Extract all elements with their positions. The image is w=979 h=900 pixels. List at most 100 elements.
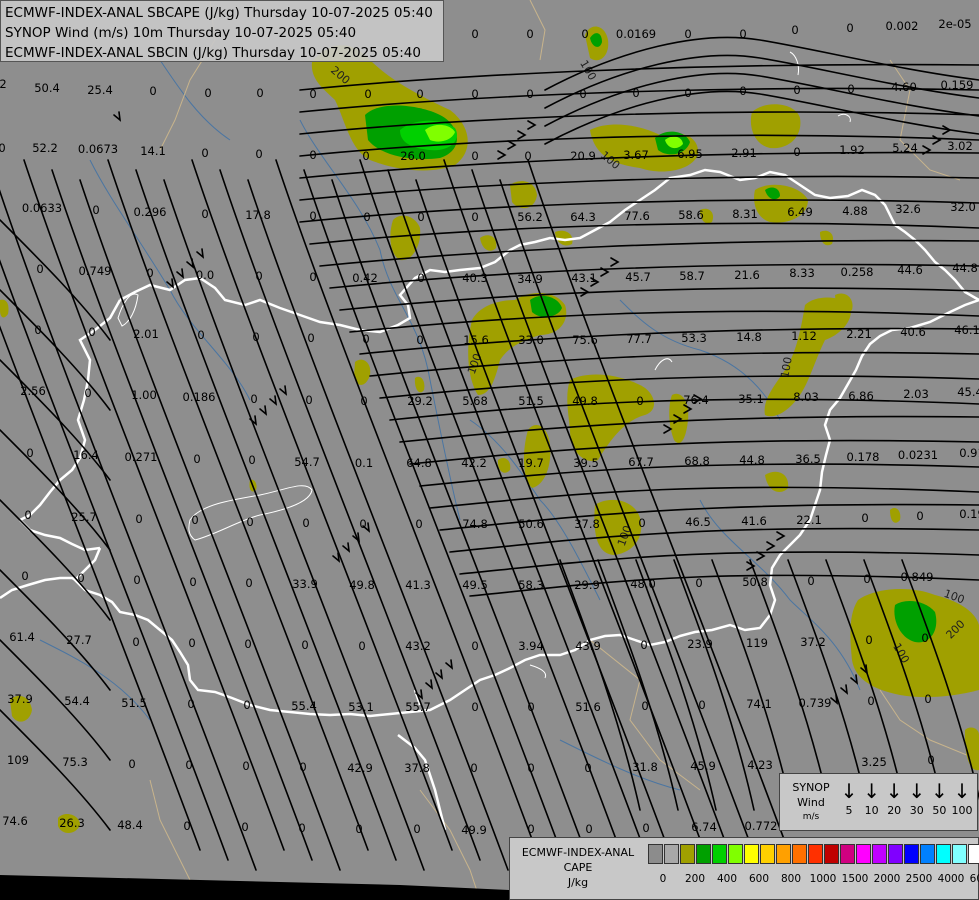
cin-value-label: 37.2	[800, 635, 826, 649]
cin-value-label: 6.74	[691, 820, 717, 834]
cin-value-label: 54.4	[64, 694, 90, 708]
cin-value-label: 45.7	[625, 270, 651, 284]
cin-value-label: 45.9	[690, 759, 716, 773]
cin-value-label: 77.7	[626, 332, 652, 346]
cape-scale-tick: 1000	[809, 873, 837, 885]
cin-value-label: 1.00	[131, 388, 157, 402]
cin-value-label: 0	[183, 819, 190, 833]
title-line-wind: SYNOP Wind (m/s) 10m Thursday 10-07-2025…	[5, 25, 357, 41]
cape-scale-tick: 6000	[969, 873, 979, 885]
cin-value-label: 0	[921, 631, 928, 645]
cin-value-label: 0	[133, 573, 140, 587]
wind-speed-label: 30	[909, 804, 924, 817]
cin-value-label: 32.6	[895, 202, 921, 216]
cin-value-label: 0	[256, 86, 263, 100]
cin-value-label: 43.1	[571, 271, 597, 285]
cin-value-label: 58.6	[678, 208, 704, 222]
cin-value-label: 0.19	[959, 507, 979, 521]
cin-value-label: 4.23	[747, 758, 773, 772]
cin-value-label: 8.33	[789, 266, 815, 280]
cin-value-label: 0	[307, 331, 314, 345]
cin-value-label: 53.1	[348, 700, 374, 714]
cape-color-swatch	[792, 844, 807, 864]
cin-value-label: 0	[793, 83, 800, 97]
cin-value-label: 0	[581, 27, 588, 41]
cin-value-label: 0	[524, 149, 531, 163]
cin-value-label: 0	[146, 266, 153, 280]
cin-value-label: 31.8	[632, 760, 658, 774]
cin-value-label: 8.03	[793, 390, 819, 404]
cape-legend-label: ECMWF-INDEX-ANAL CAPE J/kg	[512, 845, 644, 890]
cin-value-label: 0	[255, 269, 262, 283]
cin-value-label: 2.56	[20, 384, 46, 398]
cin-value-label: 0	[355, 822, 362, 836]
cin-value-label: 0	[241, 820, 248, 834]
wind-legend-title: SYNOP	[792, 781, 830, 794]
cin-value-label: 0	[132, 635, 139, 649]
cin-value-label: 0	[632, 86, 639, 100]
cape-wind-map[interactable]: 200 100100100 100100100100200 0 0 0 0.0169 0 0 0…	[0, 0, 979, 900]
cin-value-label: 0	[927, 753, 934, 767]
wind-legend-unit: m/s	[802, 812, 820, 822]
cin-value-label: 39.5	[573, 456, 599, 470]
cin-value-label: 0	[867, 694, 874, 708]
cin-value-label: 22.1	[796, 513, 822, 527]
cin-value-label: 0	[34, 323, 41, 337]
cin-value-label: 50.8	[742, 575, 768, 589]
cin-value-label: 0	[417, 271, 424, 285]
cin-value-label: 35.1	[738, 392, 764, 406]
cin-value-label: 0	[359, 517, 366, 531]
cin-value-label: 54.7	[294, 455, 320, 469]
cin-value-label: 37.8	[404, 761, 430, 775]
cin-value-label: 49.5	[462, 578, 488, 592]
cin-value-label: 53.3	[681, 331, 707, 345]
cin-value-label: 2.01	[133, 327, 159, 341]
cin-value-label: 0	[248, 453, 255, 467]
cape-scale-tick: 4000	[937, 873, 965, 885]
cin-value-label: 0	[245, 576, 252, 590]
cin-value-label: 5.24	[892, 141, 918, 155]
cin-value-label: 58.7	[679, 269, 705, 283]
cin-value-label: 56.2	[517, 210, 543, 224]
cin-value-label: 0.0231	[898, 448, 938, 462]
wind-legend-item: ↓ 5	[838, 778, 860, 828]
cin-value-label: 77.6	[624, 209, 650, 223]
cin-value-label: 33.9	[292, 577, 318, 591]
cin-value-label: 0	[364, 87, 371, 101]
wind-legend-label: SYNOP Wind m/s	[786, 780, 836, 825]
cin-value-label: 0	[242, 759, 249, 773]
cin-value-label: 41.6	[741, 514, 767, 528]
cape-color-swatch	[872, 844, 887, 864]
wind-legend: SYNOP Wind m/s ↓ 5 ↓ 10 ↓ 20 ↓ 30 ↓ 50 ↓ 100	[779, 773, 978, 831]
cin-value-label: 0.0633	[22, 201, 62, 215]
cin-value-label: 43.2	[405, 639, 431, 653]
cin-value-label: 20.9	[570, 149, 596, 163]
cin-value-label: 0	[298, 821, 305, 835]
cin-value-label: 25.7	[71, 510, 97, 524]
wind-speed-label: 5	[845, 804, 853, 817]
cin-value-label: 0	[924, 692, 931, 706]
cape-scale-tick: 400	[716, 873, 738, 885]
cin-value-label: 0	[527, 822, 534, 836]
cape-scale-tick: 800	[780, 873, 802, 885]
cin-value-label: 0	[791, 23, 798, 37]
cin-value-label: 46.5	[685, 515, 711, 529]
cin-value-label: 0	[24, 508, 31, 522]
wind-legend-item: ↓ 10	[861, 778, 883, 828]
cape-color-swatch	[680, 844, 695, 864]
cin-value-label: 0	[309, 209, 316, 223]
cin-value-label: 2e-05	[938, 17, 971, 31]
cin-value-label: 0	[695, 576, 702, 590]
title-line-cin: ECMWF-INDEX-ANAL SBCIN (J/kg) Thursday 1…	[5, 45, 421, 61]
wind-legend-item: ↓ 100	[951, 778, 973, 828]
cin-value-label: 0	[191, 513, 198, 527]
cape-scale-ticks: 0 200 400 600 800 1000 1500 2000 2500 4000 6000	[648, 873, 979, 889]
cin-value-label: 6.49	[787, 205, 813, 219]
wind-speed-label: 100	[951, 804, 973, 817]
cape-color-scale	[648, 844, 979, 864]
cin-value-label: 0	[846, 21, 853, 35]
cin-value-label: 0	[252, 330, 259, 344]
cin-value-label: 0	[201, 146, 208, 160]
cin-value-label: 43.9	[575, 639, 601, 653]
cin-value-label: 0	[185, 758, 192, 772]
